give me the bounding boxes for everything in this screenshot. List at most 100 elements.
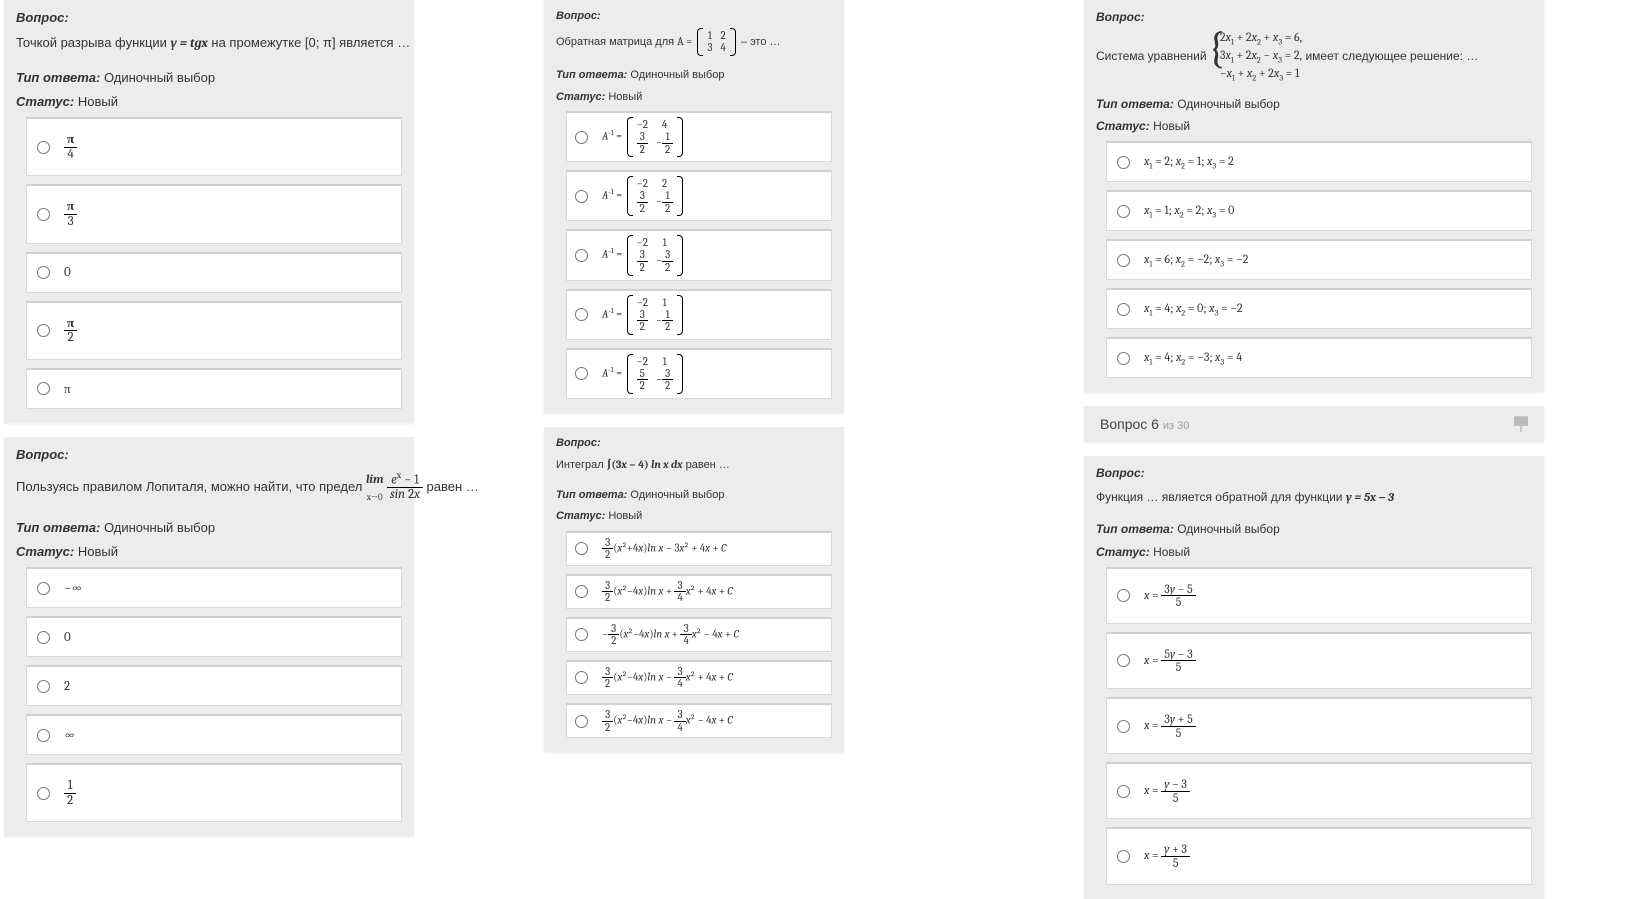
matrix-prefix: A = (677, 35, 692, 48)
meta-answer-type: Тип ответа: Одиночный выбор (556, 488, 832, 503)
question-label: Вопрос: (556, 10, 832, 22)
option-radio[interactable] (37, 141, 50, 154)
option-body: 32(x²−4x)ln x + 34x² + 4x + C (602, 580, 733, 604)
option[interactable]: 32(x²+4x)ln x − 3x² + 4x + C (566, 531, 832, 566)
question-pre: Система уравнений (1096, 49, 1210, 63)
question-label: Вопрос: (1096, 10, 1532, 24)
option-radio[interactable] (575, 671, 588, 684)
meta-value: Одиночный выбор (630, 69, 724, 81)
flag-icon[interactable] (1514, 416, 1528, 432)
option-radio[interactable] (37, 382, 50, 395)
option-radio[interactable] (37, 787, 50, 800)
option-radio[interactable] (575, 585, 588, 598)
option-radio[interactable] (575, 367, 588, 380)
formula-frac: ex − 1 sin 2x (387, 472, 423, 502)
option[interactable]: x1 = 6; x2 = −2; x3 = −2 (1106, 239, 1532, 280)
option[interactable]: 2 (26, 665, 402, 706)
option-radio[interactable] (37, 729, 50, 742)
option[interactable]: x1 = 4; x2 = −3; x3 = 4 (1106, 337, 1532, 378)
meta-value: Новый (608, 91, 642, 103)
option[interactable]: π (26, 368, 402, 409)
question-label: Вопрос: (556, 437, 832, 449)
option[interactable]: A-1 = −2132−32 (566, 229, 832, 280)
option[interactable]: x = 3y − 55 (1106, 567, 1532, 624)
option-radio[interactable] (1117, 785, 1130, 798)
options-list: 32(x²+4x)ln x − 3x² + 4x + C 32(x²−4x)ln… (566, 531, 832, 738)
option[interactable]: A-1 = −2152−32 (566, 348, 832, 399)
option-radio[interactable] (37, 582, 50, 595)
option[interactable]: x = y + 35 (1106, 827, 1532, 884)
option[interactable]: π3 (26, 184, 402, 243)
question-card: Вопрос: Точкой разрыва функции y = tgx н… (4, 0, 414, 423)
meta-status: Статус: Новый (16, 93, 402, 111)
meta-answer-type: Тип ответа: Одиночный выбор (16, 69, 402, 87)
meta-label: Тип ответа: (556, 489, 627, 501)
option[interactable]: 12 (26, 763, 402, 822)
option-radio[interactable] (37, 266, 50, 279)
question-pre: Пользуясь правилом Лопиталя, можно найти… (16, 479, 366, 494)
option-radio[interactable] (1117, 303, 1130, 316)
option[interactable]: ∞ (26, 714, 402, 755)
option[interactable]: −∞ (26, 567, 402, 608)
option-body: x = 5y − 35 (1144, 648, 1196, 674)
meta-label: Тип ответа: (556, 69, 627, 81)
option[interactable]: −32(x²−4x)ln x + 34x² − 4x + C (566, 617, 832, 652)
meta-label: Статус: (1096, 545, 1150, 559)
option-radio[interactable] (1117, 720, 1130, 733)
option[interactable]: π2 (26, 301, 402, 360)
option-radio[interactable] (1117, 654, 1130, 667)
options-list: x1 = 2; x2 = 1; x3 = 2 x1 = 1; x2 = 2; x3… (1106, 141, 1532, 378)
question-post: равен … (427, 479, 479, 494)
option[interactable]: A-1 = −2132−12 (566, 289, 832, 340)
option-radio[interactable] (1117, 589, 1130, 602)
option-radio[interactable] (575, 715, 588, 728)
formula: lim x→0 (366, 468, 383, 507)
option-body: 32(x²−4x)ln x − 34x² + 4x + C (602, 666, 733, 690)
options-list: x = 3y − 55 x = 5y − 35 x = 3y + 55 (1106, 567, 1532, 885)
option-radio[interactable] (575, 190, 588, 203)
meta-value: Одиночный выбор (1177, 97, 1280, 111)
option-radio[interactable] (575, 131, 588, 144)
options-list: −∞ 0 2 ∞ 12 (26, 567, 402, 822)
question-label: Вопрос: (16, 447, 402, 462)
option[interactable]: x1 = 4; x2 = 0; x3 = −2 (1106, 288, 1532, 329)
option[interactable]: A-1 = −2432−12 (566, 111, 832, 162)
option[interactable]: x = y − 35 (1106, 762, 1532, 819)
option-radio[interactable] (37, 631, 50, 644)
option[interactable]: x1 = 2; x2 = 1; x3 = 2 (1106, 141, 1532, 182)
meta-value: Одиночный выбор (630, 489, 724, 501)
option-radio[interactable] (37, 680, 50, 693)
option[interactable]: x = 5y − 35 (1106, 632, 1532, 689)
option-body: −32(x²−4x)ln x + 34x² − 4x + C (602, 623, 739, 647)
option-radio[interactable] (1117, 254, 1130, 267)
option-radio[interactable] (1117, 205, 1130, 218)
option[interactable]: 32(x²−4x)ln x + 34x² + 4x + C (566, 574, 832, 609)
option[interactable]: 32(x²−4x)ln x − 34x² − 4x + C (566, 703, 832, 738)
option-radio[interactable] (37, 208, 50, 221)
option-radio[interactable] (575, 542, 588, 555)
question-post: равен … (686, 459, 730, 471)
option[interactable]: x = 3y + 55 (1106, 697, 1532, 754)
meta-label: Статус: (16, 94, 74, 109)
option-radio[interactable] (1117, 850, 1130, 863)
option-radio[interactable] (37, 324, 50, 337)
option-radio[interactable] (1117, 352, 1130, 365)
question-post: имеет следующее решение: … (1305, 49, 1478, 63)
question-card: Вопрос: Функция … является обратной для … (1084, 456, 1544, 898)
option[interactable]: 0 (26, 616, 402, 657)
option[interactable]: 32(x²−4x)ln x − 34x² + 4x + C (566, 660, 832, 695)
meta-status: Статус: Новый (556, 509, 832, 524)
option-radio[interactable] (1117, 156, 1130, 169)
option[interactable]: π4 (26, 117, 402, 176)
system-brace: 2x1 + 2x2 + x3 = 6, 3x1 + 2x2 − x3 = 2, … (1210, 30, 1302, 84)
option[interactable]: x1 = 1; x2 = 2; x3 = 0 (1106, 190, 1532, 231)
question-pre: Обратная матрица для (556, 36, 677, 48)
option[interactable]: A-1 = −2232−12 (566, 170, 832, 221)
option-body: 0 (64, 630, 71, 645)
option-radio[interactable] (575, 308, 588, 321)
option-radio[interactable] (575, 249, 588, 262)
option-body: A-1 = −2232−12 (602, 176, 685, 216)
formula: y = 5x − 3 (1346, 490, 1394, 504)
option[interactable]: 0 (26, 252, 402, 293)
option-radio[interactable] (575, 628, 588, 641)
